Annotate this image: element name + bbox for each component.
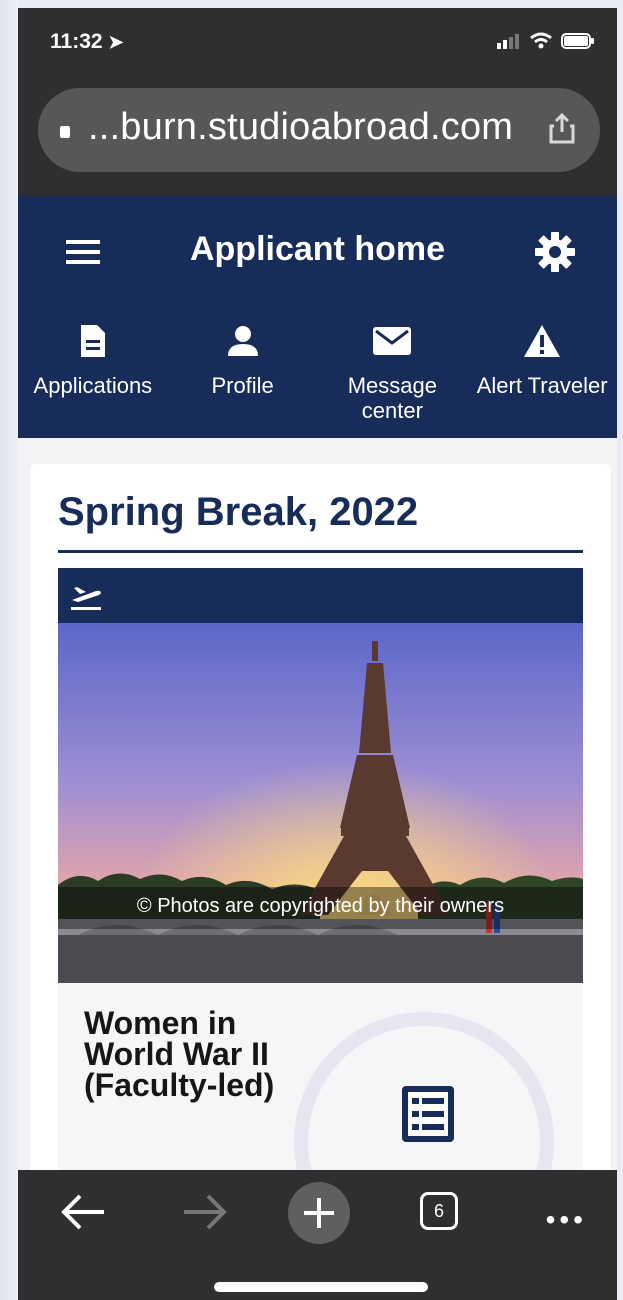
gear-icon[interactable] [533, 230, 577, 274]
envelope-icon [373, 327, 412, 355]
lock-icon [60, 126, 70, 138]
content-card: Spring Break, 2022 © Photos are copyrigh… [30, 464, 611, 1272]
plus-icon [304, 1198, 334, 1228]
browser-bottom-bar: 6 ••• [18, 1170, 617, 1300]
trip-title[interactable]: Women in World War II (Faculty-led) [84, 1007, 304, 1101]
back-arrow-icon[interactable] [58, 1190, 108, 1234]
person-icon [227, 326, 258, 356]
nav-label-message-center: Message center [347, 373, 438, 423]
warning-icon [524, 325, 561, 357]
signal-icon [497, 34, 519, 49]
nav-label-alert-traveler: Alert Traveler [476, 373, 608, 398]
forward-arrow-icon[interactable] [180, 1190, 230, 1234]
location-arrow-icon: ➤ [108, 32, 124, 52]
browser-top-bar: 11:32 ➤ ...burn.studioabroad.com [18, 8, 617, 196]
home-indicator [214, 1282, 428, 1292]
trip-card[interactable]: © Photos are copyrighted by their owners… [58, 568, 583, 1272]
photo-caption-band: © Photos are copyrighted by their owners [58, 887, 583, 929]
section-title: Spring Break, 2022 [58, 490, 419, 534]
status-time-text: 11:32 [50, 30, 103, 53]
checklist-icon [402, 1086, 454, 1142]
phone-screen: 11:32 ➤ ...burn.studioabroad.com Applica… [18, 8, 617, 1300]
page-title: Applicant home [189, 230, 446, 268]
nav-profile[interactable]: Profile [168, 321, 318, 423]
wifi-icon [530, 32, 552, 49]
status-time: 11:32 ➤ [50, 30, 124, 54]
app-header: Applicant home Applications Profile Mess… [18, 196, 617, 438]
photo-caption: © Photos are copyrighted by their owners [136, 895, 505, 917]
trip-header-bar [58, 568, 583, 623]
url-text: ...burn.studioabroad.com [88, 106, 514, 148]
url-bar[interactable]: ...burn.studioabroad.com [38, 88, 600, 172]
tabs-count-button[interactable]: 6 [420, 1192, 458, 1230]
nav-alert-traveler[interactable]: Alert Traveler [467, 321, 617, 423]
airplane-departure-icon [71, 587, 101, 610]
more-options-icon[interactable]: ••• [546, 1204, 587, 1236]
new-tab-button[interactable] [288, 1182, 350, 1244]
share-icon[interactable] [548, 112, 576, 144]
nav-label-profile: Profile [211, 373, 274, 398]
outer-frame-right [617, 0, 623, 1300]
outer-frame [0, 0, 18, 1300]
section-divider [58, 550, 583, 553]
nav-message-center[interactable]: Message center [318, 321, 468, 423]
document-icon [80, 325, 105, 357]
nav-label-applications: Applications [33, 373, 153, 398]
battery-icon [561, 33, 594, 49]
app-nav: Applications Profile Message center Aler… [18, 321, 617, 423]
status-icons [497, 32, 595, 50]
eiffel-tower-photo [58, 623, 583, 983]
nav-applications[interactable]: Applications [18, 321, 168, 423]
